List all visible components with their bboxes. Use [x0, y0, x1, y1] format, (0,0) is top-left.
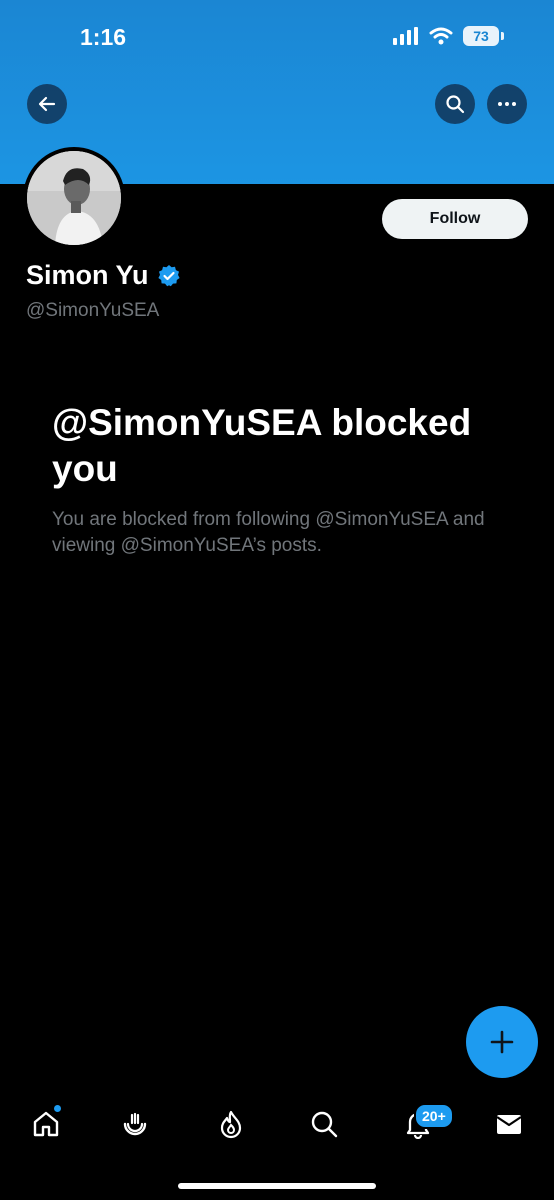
spaces-flame-icon — [220, 1110, 242, 1139]
compose-button[interactable] — [466, 1006, 538, 1078]
back-button[interactable] — [27, 84, 67, 124]
profile-avatar[interactable] — [23, 147, 125, 249]
messages-envelope-icon — [496, 1115, 522, 1134]
battery-level: 73 — [463, 26, 499, 46]
more-options-button[interactable] — [487, 84, 527, 124]
avatar-photo — [27, 151, 121, 245]
home-icon — [33, 1111, 59, 1137]
compose-plus-icon — [490, 1030, 514, 1054]
search-button[interactable] — [435, 84, 475, 124]
more-icon — [498, 102, 516, 106]
status-icons: 73 — [393, 26, 504, 46]
wifi-icon — [429, 27, 453, 45]
notifications-badge: 20+ — [414, 1103, 454, 1129]
follow-button[interactable]: Follow — [382, 199, 528, 239]
verified-badge-icon[interactable] — [157, 264, 181, 288]
status-time: 1:16 — [80, 24, 127, 50]
home-indicator[interactable] — [178, 1183, 376, 1189]
profile-handle: @SimonYuSEA — [26, 300, 160, 321]
profile-name-row: Simon Yu — [26, 260, 181, 291]
blocked-description: You are blocked from following @SimonYuS… — [52, 509, 485, 556]
back-arrow-icon — [38, 96, 56, 112]
tab-messages[interactable] — [491, 1106, 527, 1142]
grok-icon — [123, 1112, 147, 1136]
display-name: Simon Yu — [26, 260, 149, 290]
search-icon — [446, 95, 465, 114]
blocked-title: @SimonYuSEA blocked you — [52, 402, 472, 489]
cellular-signal-icon — [393, 27, 418, 45]
tab-explore[interactable] — [306, 1106, 342, 1142]
tab-grok[interactable] — [117, 1106, 153, 1142]
battery-tip — [501, 32, 504, 40]
tab-spaces[interactable] — [213, 1106, 249, 1142]
explore-search-icon — [311, 1111, 338, 1138]
home-unread-dot — [54, 1105, 61, 1112]
